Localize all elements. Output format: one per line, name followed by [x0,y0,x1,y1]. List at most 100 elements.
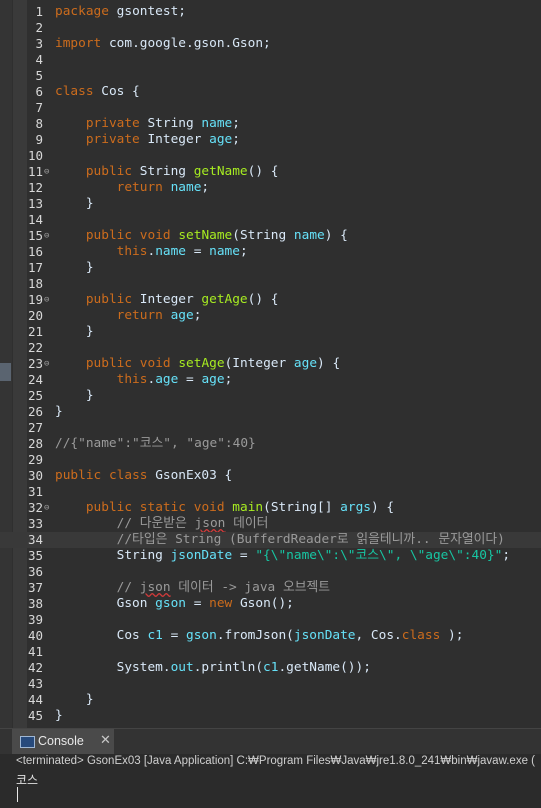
text-caret [17,787,18,802]
code-line[interactable]: 2 [0,20,541,36]
line-number: 23 [27,356,43,371]
line-number: 24 [27,372,43,387]
line-number: 3 [35,36,43,51]
code-token: return [116,180,163,195]
code-line[interactable]: 32 ⊖ public static void main(String[] arg… [0,500,541,516]
code-line[interactable]: 29 [0,452,541,468]
code-line[interactable]: 23 ⊖ public void setAge(Integer age) { [0,356,541,372]
code-line[interactable]: 40 Cos c1 = gson.fromJson(jsonDate, Cos.… [0,628,541,644]
code-token: String [139,116,202,131]
code-line[interactable]: 7 [0,100,541,116]
code-line[interactable]: 35 String jsonDate = "{\"name\":\"코스\", … [0,548,541,564]
code-token: return [116,308,163,323]
code-token: ) { [370,500,395,515]
tab-console[interactable]: Console ✕ [12,729,114,757]
code-line[interactable]: 11 ⊖ public String getName() { [0,164,541,180]
code-text: //타입은 String (BufferdReader로 읽을테니까.. 문자열… [55,532,505,548]
code-line[interactable]: 43 [0,676,541,692]
code-line[interactable]: 34 //타입은 String (BufferdReader로 읽을테니까.. … [0,532,541,548]
code-line[interactable]: 39 [0,612,541,628]
code-token: public [85,164,133,179]
code-token: ; [239,244,248,259]
code-line[interactable]: 1 package gsontest; [0,4,541,20]
code-text: } [55,708,63,724]
code-line[interactable]: 30 public class GsonEx03 { [0,468,541,484]
code-token: age [155,372,179,387]
code-line[interactable]: 12 return name; [0,180,541,196]
code-token: (String [232,228,294,243]
code-text: package gsontest; [55,4,186,20]
fold-toggle-icon[interactable]: ⊖ [44,228,49,244]
code-line[interactable]: 24 this.age = age; [0,372,541,388]
code-token: class [401,628,441,643]
code-line[interactable]: 27 [0,420,541,436]
line-number: 2 [35,20,43,35]
code-line[interactable]: 45} [0,708,541,724]
code-line[interactable]: 14 [0,212,541,228]
code-line[interactable]: 6 class Cos { [0,84,541,100]
fold-toggle-icon[interactable]: ⊖ [44,164,49,180]
close-icon[interactable]: ✕ [100,733,111,748]
code-line[interactable]: 10 [0,148,541,164]
code-token: class [108,468,148,483]
code-text: public void setName(String name) { [55,228,348,244]
code-line[interactable]: 33 // 다운받은 json 데이터 [0,516,541,532]
code-line[interactable]: 5 [0,68,541,84]
code-line[interactable]: 16 this.name = name; [0,244,541,260]
code-line[interactable]: 21 } [0,324,541,340]
line-number: 38 [27,596,43,611]
fold-toggle-icon[interactable]: ⊖ [44,500,49,516]
code-line[interactable]: 41 [0,644,541,660]
code-line[interactable]: 36 [0,564,541,580]
code-line[interactable]: 31 [0,484,541,500]
code-line[interactable]: 37 // json 데이터 -> java 오브젝트 [0,580,541,596]
code-token: } [55,692,94,707]
code-token: static [139,500,187,515]
code-text: public String getName() { [55,164,279,180]
code-line[interactable]: 9 private Integer age; [0,132,541,148]
code-line[interactable]: 15 ⊖ public void setName(String name) { [0,228,541,244]
code-token: name [155,244,187,259]
code-line[interactable]: 4 [0,52,541,68]
code-line[interactable]: 42 System.out.println(c1.getName()); [0,660,541,676]
fold-toggle-icon[interactable]: ⊖ [44,356,49,372]
line-number: 33 [27,516,43,531]
line-number: 45 [27,708,43,723]
code-editor[interactable]: 1 package gsontest; 2 3 import com.google.gs… [0,0,541,728]
code-token: .getName()); [278,660,371,675]
code-text: String jsonDate = "{\"name\":\"코스\", \"a… [55,548,510,564]
code-token: public [85,292,133,307]
fold-toggle-icon[interactable]: ⊖ [44,292,49,308]
code-token: } [55,708,63,723]
code-line[interactable]: 38 Gson gson = new Gson(); [0,596,541,612]
code-token: void [139,228,171,243]
line-number: 14 [27,212,43,227]
code-line[interactable]: 20 return age; [0,308,541,324]
code-token: name [293,228,325,243]
code-line[interactable]: 13 } [0,196,541,212]
code-token: gson [186,628,217,643]
code-token: //타입은 String (BufferdReader로 읽을테니까.. 문자열… [116,532,505,547]
line-number: 11 [27,164,43,179]
code-line[interactable]: 3 import com.google.gson.Gson; [0,36,541,52]
code-line[interactable]: 18 [0,276,541,292]
code-line[interactable]: 28 //{"name":"코스", "age":40} [0,436,541,452]
code-token: //{"name":"코스", "age":40} [55,436,256,451]
code-line[interactable]: 25 } [0,388,541,404]
code-line[interactable]: 19 ⊖ public Integer getAge() { [0,292,541,308]
line-number: 27 [27,420,43,435]
code-line[interactable]: 17 } [0,260,541,276]
code-text: public void setAge(Integer age) { [55,356,340,372]
code-token: 데이터 -> java 오브젝트 [170,580,331,595]
code-line[interactable]: 26} [0,404,541,420]
code-line[interactable]: 8 private String name; [0,116,541,132]
code-token: c1 [147,628,163,643]
code-line[interactable]: 22 [0,340,541,356]
code-text: } [55,196,94,212]
code-token: // 다운받은 [116,516,195,531]
code-line[interactable]: 44 } [0,692,541,708]
